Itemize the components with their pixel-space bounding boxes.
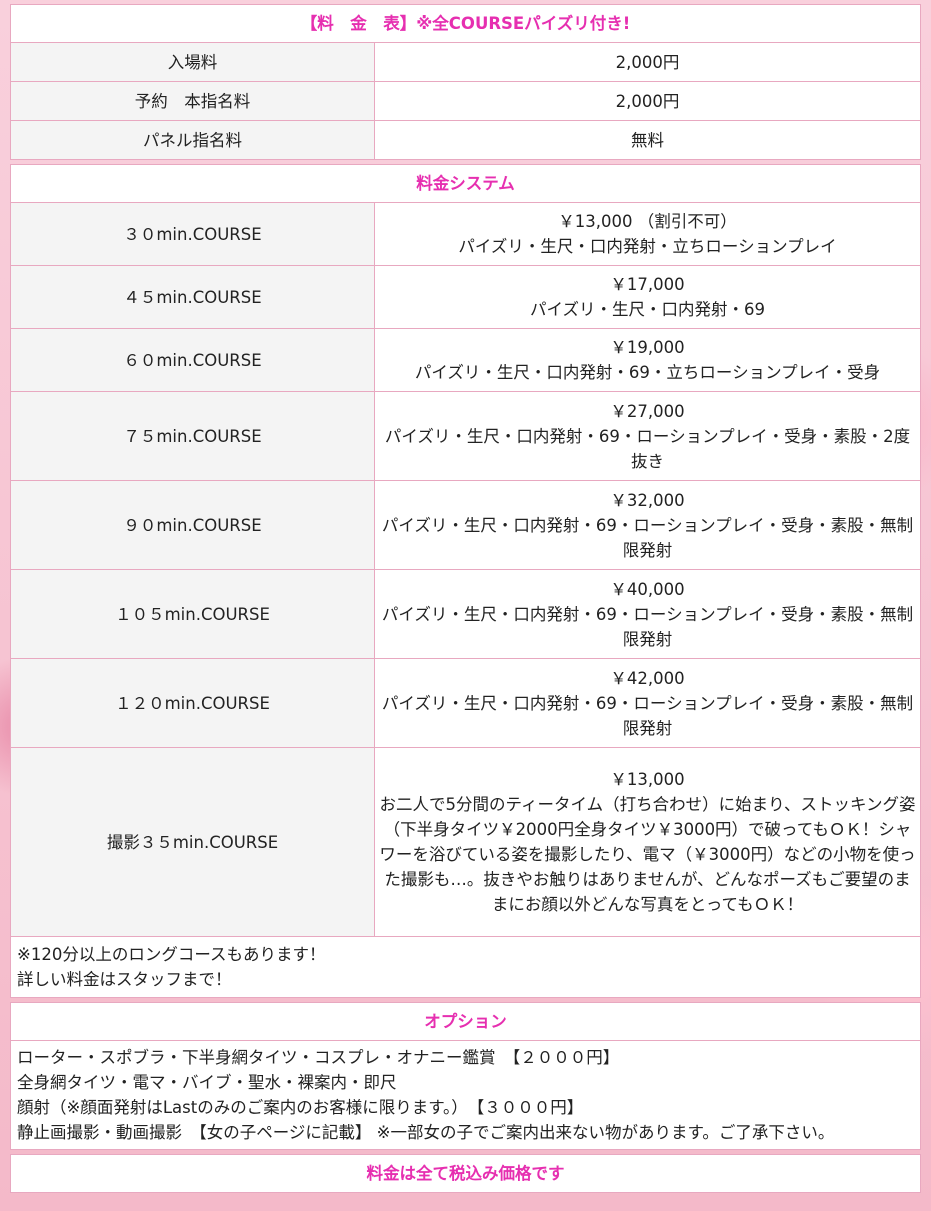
note-line: ※120分以上のロングコースもあります！: [17, 945, 326, 964]
system-header: 料金システム: [10, 164, 921, 203]
option-line: 全身網タイツ・電マ・バイブ・聖水・裸案内・即尺: [17, 1073, 397, 1092]
price-table: 【料 金 表】※全COURSEパイズリ付き! 入場料 2,000円 予約 本指名…: [10, 4, 921, 1193]
fee-label: パネル指名料: [10, 120, 375, 160]
course-row-photo: 撮影３５min.COURSE ￥13,000 お二人で5分間のティータイム（打ち合…: [10, 747, 921, 937]
fee-label: 入場料: [10, 42, 375, 82]
course-desc: パイズリ・生尺・口内発射・69・ローションプレイ・受身・素股・無制限発射: [381, 515, 914, 560]
course-row: ４５min.COURSE ￥17,000 パイズリ・生尺・口内発射・69: [10, 265, 921, 329]
course-price: ￥19,000: [610, 338, 685, 357]
fee-value: 無料: [374, 120, 921, 160]
course-row: ６０min.COURSE ￥19,000 パイズリ・生尺・口内発射・69・立ちロー…: [10, 328, 921, 392]
course-row: １２０min.COURSE ￥42,000 パイズリ・生尺・口内発射・69・ローシ…: [10, 658, 921, 748]
course-price: ￥13,000: [610, 770, 685, 789]
course-detail: ￥32,000 パイズリ・生尺・口内発射・69・ローションプレイ・受身・素股・無制…: [374, 480, 921, 570]
course-detail: ￥13,000 （割引不可） パイズリ・生尺・口内発射・立ちローションプレイ: [374, 202, 921, 266]
fee-row-reservation: 予約 本指名料 2,000円: [10, 81, 921, 121]
course-price: ￥27,000: [610, 401, 685, 421]
course-name: 撮影３５min.COURSE: [10, 747, 375, 937]
course-row: ３０min.COURSE ￥13,000 （割引不可） パイズリ・生尺・口内発射・…: [10, 202, 921, 266]
course-desc: パイズリ・生尺・口内発射・69: [529, 300, 765, 319]
course-name: ３０min.COURSE: [10, 202, 375, 266]
course-desc: お二人で5分間のティータイム（打ち合わせ）に始まり、ストッキング姿（下半身タイツ…: [379, 795, 916, 914]
course-name: １０５min.COURSE: [10, 569, 375, 659]
options-row: ローター・スポブラ・下半身網タイツ・コスプレ・オナニー鑑賞 【２０００円】 全身網…: [10, 1040, 921, 1150]
course-detail: ￥13,000 お二人で5分間のティータイム（打ち合わせ）に始まり、ストッキング姿…: [374, 747, 921, 937]
course-desc: パイズリ・生尺・口内発射・69・ローションプレイ・受身・素股・2度抜き: [384, 426, 911, 471]
option-header: オプション: [10, 1002, 921, 1041]
option-line: 顔射（※顔面発射はLastのみのご案内のお客様に限ります。） 【３０００円】: [17, 1098, 584, 1117]
course-price: ￥40,000: [610, 579, 685, 599]
course-name: １２０min.COURSE: [10, 658, 375, 748]
course-name: ７５min.COURSE: [10, 391, 375, 481]
course-row: １０５min.COURSE ￥40,000 パイズリ・生尺・口内発射・69・ローシ…: [10, 569, 921, 659]
course-name: ６０min.COURSE: [10, 328, 375, 392]
price-list: 【料 金 表】※全COURSEパイズリ付き! 入場料 2,000円 予約 本指名…: [10, 4, 921, 1193]
course-desc: パイズリ・生尺・口内発射・69・立ちローションプレイ・受身: [414, 363, 881, 382]
course-detail: ￥40,000 パイズリ・生尺・口内発射・69・ローションプレイ・受身・素股・無制…: [374, 569, 921, 659]
fee-label: 予約 本指名料: [10, 81, 375, 121]
course-detail: ￥19,000 パイズリ・生尺・口内発射・69・立ちローションプレイ・受身: [374, 328, 921, 392]
course-detail: ￥27,000 パイズリ・生尺・口内発射・69・ローションプレイ・受身・素股・2度…: [374, 391, 921, 481]
fee-row-entry: 入場料 2,000円: [10, 42, 921, 82]
course-name: ９０min.COURSE: [10, 480, 375, 570]
course-price: ￥42,000: [610, 668, 685, 688]
option-line: ローター・スポブラ・下半身網タイツ・コスプレ・オナニー鑑賞 【２０００円】: [17, 1048, 620, 1067]
course-price: ￥32,000: [610, 490, 685, 510]
option-line: 静止画撮影・動画撮影 【女の子ページに記載】 ※一部女の子でご案内出来ない物があ…: [17, 1123, 835, 1142]
course-desc: パイズリ・生尺・口内発射・69・ローションプレイ・受身・素股・無制限発射: [381, 693, 914, 738]
fee-row-panel: パネル指名料 無料: [10, 120, 921, 160]
course-detail: ￥42,000 パイズリ・生尺・口内発射・69・ローションプレイ・受身・素股・無制…: [374, 658, 921, 748]
course-desc: パイズリ・生尺・口内発射・立ちローションプレイ: [458, 237, 837, 256]
price-header: 【料 金 表】※全COURSEパイズリ付き!: [10, 4, 921, 43]
long-course-note: ※120分以上のロングコースもあります！ 詳しい料金はスタッフまで！: [10, 936, 921, 998]
fee-value: 2,000円: [374, 81, 921, 121]
course-row: ７５min.COURSE ￥27,000 パイズリ・生尺・口内発射・69・ローショ…: [10, 391, 921, 481]
options-list: ローター・スポブラ・下半身網タイツ・コスプレ・オナニー鑑賞 【２０００円】 全身網…: [10, 1040, 921, 1150]
course-detail: ￥17,000 パイズリ・生尺・口内発射・69: [374, 265, 921, 329]
course-price: ￥13,000 （割引不可）: [558, 212, 737, 231]
fee-value: 2,000円: [374, 42, 921, 82]
long-course-note-row: ※120分以上のロングコースもあります！ 詳しい料金はスタッフまで！: [10, 936, 921, 998]
course-price: ￥17,000: [610, 275, 685, 294]
note-line: 詳しい料金はスタッフまで！: [17, 970, 232, 989]
course-row: ９０min.COURSE ￥32,000 パイズリ・生尺・口内発射・69・ローショ…: [10, 480, 921, 570]
course-name: ４５min.COURSE: [10, 265, 375, 329]
course-desc: パイズリ・生尺・口内発射・69・ローションプレイ・受身・素股・無制限発射: [381, 604, 914, 649]
tax-footer: 料金は全て税込み価格です: [10, 1154, 921, 1193]
